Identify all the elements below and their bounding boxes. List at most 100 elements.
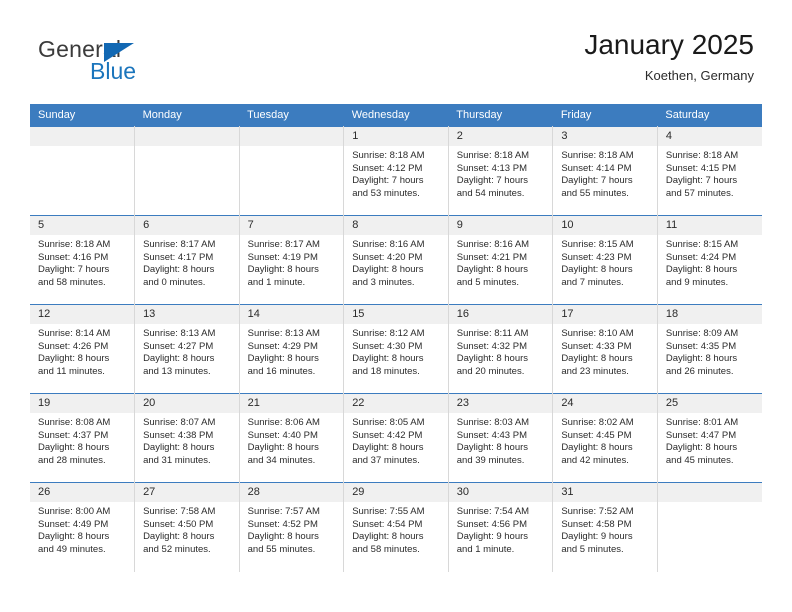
sunrise-time: Sunrise: 8:10 AM (561, 328, 634, 339)
calendar-day-cell[interactable]: 11 Sunrise: 8:15 AM Sunset: 4:24 PM Dayligh… (657, 215, 762, 305)
calendar-day-cell[interactable]: 9 Sunrise: 8:16 AM Sunset: 4:21 PM Daylight… (448, 215, 554, 305)
sunset-time: Sunset: 4:47 PM (665, 429, 737, 441)
calendar-day-cell[interactable]: 27 Sunrise: 7:58 AM Sunset: 4:50 PM Dayligh… (134, 482, 240, 572)
daylight-duration-line2: and 49 minutes. (38, 543, 106, 555)
daylight-duration-line2: and 53 minutes. (352, 187, 420, 199)
sunset-time: Sunset: 4:56 PM (456, 518, 527, 530)
day-details: Sunrise: 8:18 AM Sunset: 4:15 PM Daylight:… (658, 146, 762, 200)
generalblue-logo[interactable]: General Blue (38, 36, 258, 92)
day-number: 11 (657, 216, 762, 235)
daylight-duration-line1: Daylight: 8 hours (247, 264, 319, 276)
calendar-grid: Sunday Monday Tuesday Wednesday Thursday… (30, 104, 762, 572)
calendar-day-cell[interactable]: 17 Sunrise: 8:10 AM Sunset: 4:33 PM Dayligh… (552, 304, 658, 394)
calendar-day-cell[interactable]: 28 Sunrise: 7:57 AM Sunset: 4:52 PM Dayligh… (239, 482, 345, 572)
calendar-day-cell[interactable]: 13 Sunrise: 8:13 AM Sunset: 4:27 PM Dayligh… (134, 304, 240, 394)
day-number (657, 483, 762, 502)
daylight-duration-line2: and 26 minutes. (665, 365, 734, 377)
calendar-day-cell[interactable]: 6 Sunrise: 8:17 AM Sunset: 4:17 PM Daylight… (134, 215, 240, 305)
sunset-time: Sunset: 4:49 PM (38, 518, 109, 530)
calendar-day-cell[interactable]: 3 Sunrise: 8:18 AM Sunset: 4:14 PM Daylight… (552, 126, 658, 216)
calendar-day-cell[interactable]: 29 Sunrise: 7:55 AM Sunset: 4:54 PM Dayligh… (343, 482, 449, 572)
sunset-time: Sunset: 4:58 PM (561, 518, 632, 530)
daylight-duration-line1: Daylight: 8 hours (247, 353, 319, 365)
day-number: 7 (239, 216, 344, 235)
day-details: Sunrise: 8:02 AM Sunset: 4:45 PM Daylight:… (553, 413, 657, 467)
calendar-day-cell[interactable]: 15 Sunrise: 8:12 AM Sunset: 4:30 PM Dayligh… (343, 304, 449, 394)
calendar-day-cell[interactable]: 18 Sunrise: 8:09 AM Sunset: 4:35 PM Dayligh… (657, 304, 762, 394)
day-details: Sunrise: 8:09 AM Sunset: 4:35 PM Daylight:… (658, 324, 762, 378)
calendar-day-cell[interactable]: 31 Sunrise: 7:52 AM Sunset: 4:58 PM Dayligh… (552, 482, 658, 572)
daylight-duration-line2: and 20 minutes. (456, 365, 525, 377)
daylight-duration-line1: Daylight: 8 hours (456, 353, 529, 365)
daylight-duration-line1: Daylight: 8 hours (352, 353, 424, 365)
daylight-duration-line2: and 42 minutes. (561, 454, 629, 466)
calendar-day-cell[interactable]: 21 Sunrise: 8:06 AM Sunset: 4:40 PM Dayligh… (239, 393, 345, 483)
day-details: Sunrise: 8:13 AM Sunset: 4:27 PM Daylight:… (135, 324, 239, 378)
day-details: Sunrise: 7:58 AM Sunset: 4:50 PM Daylight:… (135, 502, 239, 556)
day-details: Sunrise: 8:17 AM Sunset: 4:19 PM Daylight:… (240, 235, 344, 289)
calendar-day-cell[interactable]: 14 Sunrise: 8:13 AM Sunset: 4:29 PM Dayligh… (239, 304, 345, 394)
daylight-duration-line1: Daylight: 8 hours (38, 353, 110, 365)
daylight-duration-line1: Daylight: 9 hours (561, 531, 633, 543)
calendar-day-cell[interactable]: 24 Sunrise: 8:02 AM Sunset: 4:45 PM Dayligh… (552, 393, 658, 483)
daylight-duration-line2: and 57 minutes. (665, 187, 734, 199)
weekday-header-sunday: Sunday (30, 104, 135, 127)
daylight-duration-line1: Daylight: 8 hours (247, 531, 319, 543)
day-number: 17 (553, 305, 657, 324)
calendar-page: General Blue January 2025 Koethen, Germa… (0, 0, 792, 612)
daylight-duration-line1: Daylight: 8 hours (143, 264, 215, 276)
calendar-cell-empty (134, 126, 240, 216)
sunrise-time: Sunrise: 8:18 AM (38, 239, 111, 250)
daylight-duration-line2: and 3 minutes. (352, 276, 415, 288)
daylight-duration-line2: and 9 minutes. (665, 276, 729, 288)
calendar-day-cell[interactable]: 22 Sunrise: 8:05 AM Sunset: 4:42 PM Dayligh… (343, 393, 449, 483)
day-details: Sunrise: 8:08 AM Sunset: 4:37 PM Daylight:… (30, 413, 134, 467)
page-header: General Blue January 2025 Koethen, Germa… (0, 0, 792, 100)
calendar-week-row: 12 Sunrise: 8:14 AM Sunset: 4:26 PM Dayligh… (30, 304, 762, 394)
day-number: 16 (448, 305, 553, 324)
calendar-day-cell[interactable]: 4 Sunrise: 8:18 AM Sunset: 4:15 PM Daylight… (657, 126, 762, 216)
calendar-day-cell[interactable]: 16 Sunrise: 8:11 AM Sunset: 4:32 PM Dayligh… (448, 304, 554, 394)
daylight-duration-line1: Daylight: 8 hours (143, 442, 215, 454)
sunset-time: Sunset: 4:42 PM (352, 429, 423, 441)
day-details: Sunrise: 8:14 AM Sunset: 4:26 PM Daylight:… (30, 324, 134, 378)
daylight-duration-line1: Daylight: 8 hours (561, 353, 633, 365)
weekday-header-thursday: Thursday (448, 104, 553, 127)
calendar-week-row: 19 Sunrise: 8:08 AM Sunset: 4:37 PM Dayligh… (30, 393, 762, 483)
calendar-day-cell[interactable]: 26 Sunrise: 8:00 AM Sunset: 4:49 PM Dayligh… (30, 482, 136, 572)
day-details: Sunrise: 8:06 AM Sunset: 4:40 PM Daylight:… (240, 413, 344, 467)
day-details: Sunrise: 7:54 AM Sunset: 4:56 PM Daylight:… (449, 502, 553, 556)
calendar-day-cell[interactable]: 8 Sunrise: 8:16 AM Sunset: 4:20 PM Daylight… (343, 215, 449, 305)
day-number: 29 (344, 483, 448, 502)
calendar-day-cell[interactable]: 30 Sunrise: 7:54 AM Sunset: 4:56 PM Dayligh… (448, 482, 554, 572)
daylight-duration-line2: and 11 minutes. (38, 365, 105, 377)
daylight-duration-line1: Daylight: 8 hours (38, 531, 110, 543)
sunrise-time: Sunrise: 8:17 AM (143, 239, 216, 250)
page-title: January 2025 (584, 29, 754, 60)
sunset-time: Sunset: 4:23 PM (561, 251, 632, 263)
calendar-day-cell[interactable]: 5 Sunrise: 8:18 AM Sunset: 4:16 PM Daylight… (30, 215, 136, 305)
day-number: 1 (344, 127, 448, 146)
calendar-day-cell[interactable]: 12 Sunrise: 8:14 AM Sunset: 4:26 PM Dayligh… (30, 304, 136, 394)
daylight-duration-line2: and 55 minutes. (561, 187, 629, 199)
calendar-day-cell[interactable]: 2 Sunrise: 8:18 AM Sunset: 4:13 PM Daylight… (448, 126, 554, 216)
calendar-day-cell[interactable]: 25 Sunrise: 8:01 AM Sunset: 4:47 PM Dayligh… (657, 393, 762, 483)
sunrise-time: Sunrise: 8:14 AM (38, 328, 111, 339)
day-details: Sunrise: 8:16 AM Sunset: 4:20 PM Daylight:… (344, 235, 448, 289)
day-details: Sunrise: 7:55 AM Sunset: 4:54 PM Daylight:… (344, 502, 448, 556)
day-details: Sunrise: 8:12 AM Sunset: 4:30 PM Daylight:… (344, 324, 448, 378)
sunset-time: Sunset: 4:27 PM (143, 340, 214, 352)
sunrise-time: Sunrise: 8:12 AM (352, 328, 425, 339)
day-details: Sunrise: 8:18 AM Sunset: 4:14 PM Daylight:… (553, 146, 657, 200)
calendar-day-cell[interactable]: 1 Sunrise: 8:18 AM Sunset: 4:12 PM Daylight… (343, 126, 449, 216)
calendar-day-cell[interactable]: 20 Sunrise: 8:07 AM Sunset: 4:38 PM Dayligh… (134, 393, 240, 483)
calendar-day-cell[interactable]: 10 Sunrise: 8:15 AM Sunset: 4:23 PM Dayligh… (552, 215, 658, 305)
day-number: 27 (135, 483, 239, 502)
day-details: Sunrise: 8:07 AM Sunset: 4:38 PM Daylight:… (135, 413, 239, 467)
daylight-duration-line2: and 34 minutes. (247, 454, 316, 466)
calendar-day-cell[interactable]: 19 Sunrise: 8:08 AM Sunset: 4:37 PM Dayligh… (30, 393, 136, 483)
calendar-day-cell[interactable]: 23 Sunrise: 8:03 AM Sunset: 4:43 PM Dayligh… (448, 393, 554, 483)
calendar-day-cell[interactable]: 7 Sunrise: 8:17 AM Sunset: 4:19 PM Daylight… (239, 215, 345, 305)
sunrise-time: Sunrise: 8:07 AM (143, 417, 216, 428)
sunset-time: Sunset: 4:26 PM (38, 340, 109, 352)
